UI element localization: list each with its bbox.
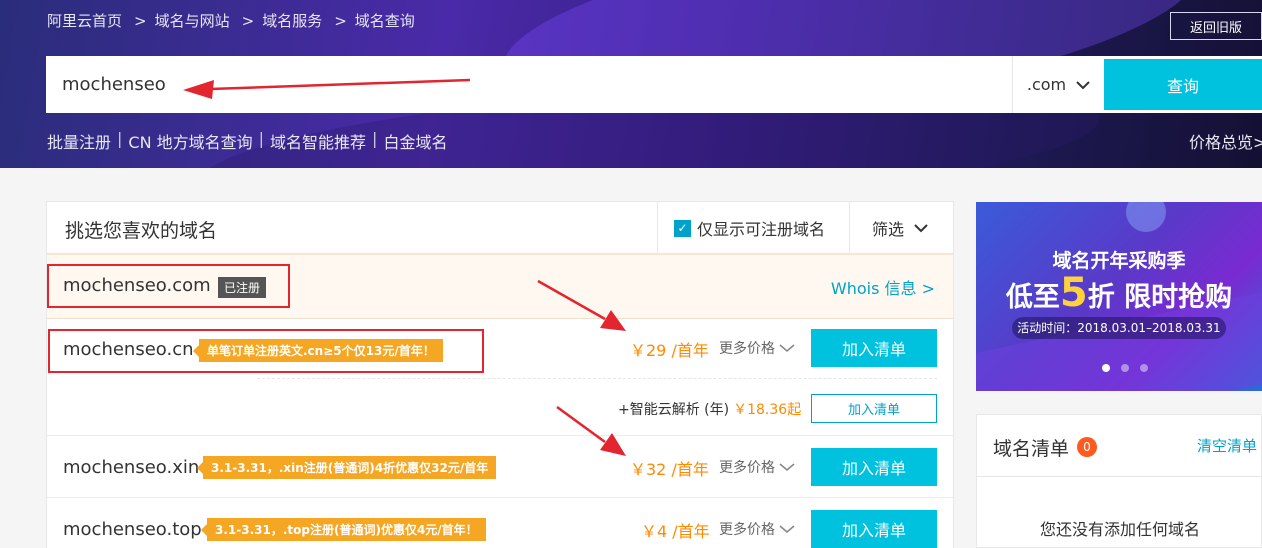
promo-tag: 3.1-3.31，.top注册(普通词)优惠仅4元/首年！ xyxy=(201,518,486,541)
chevron-down-icon xyxy=(779,463,795,472)
whois-link[interactable]: Whois 信息 > xyxy=(831,275,935,299)
banner-decoration xyxy=(1126,202,1166,232)
only-available-toggle[interactable]: ✓ 仅显示可注册域名 xyxy=(657,202,849,254)
tld-select-value: .com xyxy=(1026,75,1067,94)
promo-banner[interactable]: 域名开年采购季 低至5折 限时抢购 活动时间：2018.03.01–2018.0… xyxy=(976,202,1262,391)
annotation-box xyxy=(48,329,484,373)
breadcrumb-separator: > xyxy=(134,12,147,30)
checkbox-checked-icon[interactable]: ✓ xyxy=(674,219,691,237)
quick-link-separator: | xyxy=(117,129,123,148)
quick-link-premium[interactable]: 白金域名 xyxy=(383,129,447,153)
quick-link-smart-recommend[interactable]: 域名智能推荐 xyxy=(270,129,366,153)
domain-name: mochenseo.top xyxy=(63,519,202,540)
price: ￥29 /首年 xyxy=(630,341,709,360)
price-overview-link[interactable]: 价格总览> xyxy=(1189,129,1262,153)
banner-discount: 5 xyxy=(1059,270,1088,316)
query-button[interactable]: 查询 xyxy=(1104,59,1262,110)
quick-link-cn-local[interactable]: CN 地方域名查询 xyxy=(128,129,252,153)
carousel-dot[interactable] xyxy=(1121,364,1129,372)
more-price-toggle[interactable]: 更多价格 xyxy=(719,519,795,539)
more-price-toggle[interactable]: 更多价格 xyxy=(719,338,795,358)
more-price-label: 更多价格 xyxy=(719,460,775,476)
quick-link-separator: | xyxy=(372,129,378,148)
cart-empty-text: 您还没有添加任何域名 xyxy=(1039,520,1200,539)
breadcrumb-item[interactable]: 域名与网站 xyxy=(155,12,230,30)
add-to-cart-button[interactable]: 加入清单 xyxy=(811,329,937,367)
cart-header: 域名清单 0 清空清单 xyxy=(977,415,1261,477)
panel-title: 挑选您喜欢的域名 xyxy=(65,220,218,242)
more-price-label: 更多价格 xyxy=(719,522,775,538)
breadcrumb: 阿里云首页 > 域名与网站 > 域名服务 > 域名查询 xyxy=(47,10,419,31)
carousel-dot[interactable] xyxy=(1140,364,1148,372)
add-addon-button[interactable]: 加入清单 xyxy=(811,394,937,423)
chevron-down-icon xyxy=(779,344,795,353)
price: ￥32 /首年 xyxy=(630,460,709,479)
tld-select[interactable]: .com xyxy=(1012,56,1104,113)
more-price-label: 更多价格 xyxy=(719,341,775,357)
panel-header: 挑选您喜欢的域名 ✓ 仅显示可注册域名 筛选 xyxy=(47,202,953,254)
more-price-toggle[interactable]: 更多价格 xyxy=(719,457,795,477)
banner-headline-prefix: 低至 xyxy=(1005,282,1060,313)
chevron-down-icon xyxy=(1076,80,1090,89)
price: ￥4 /首年 xyxy=(641,522,710,541)
old-version-button[interactable]: 返回旧版 xyxy=(1170,12,1262,40)
cart-title: 域名清单 xyxy=(993,438,1070,460)
addon-label: +智能云解析 (年) xyxy=(618,402,730,418)
domain-cart: 域名清单 0 清空清单 您还没有添加任何域名 xyxy=(976,414,1262,548)
addon-dns: +智能云解析 (年) ￥18.36起 xyxy=(618,399,801,419)
breadcrumb-item-current: 域名查询 xyxy=(354,12,415,30)
banner-headline: 低至5折 限时抢购 xyxy=(976,270,1262,316)
filter-label: 筛选 xyxy=(872,220,905,239)
search-box: .com 查询 xyxy=(46,56,1262,113)
quick-links: 批量注册 | CN 地方域名查询 | 域名智能推荐 | 白金域名 xyxy=(47,129,447,153)
banner-title: 域名开年采购季 xyxy=(1052,250,1186,272)
domain-results-panel: 挑选您喜欢的域名 ✓ 仅显示可注册域名 筛选 mochenseo.com 已注册… xyxy=(46,201,954,548)
quick-link-batch-register[interactable]: 批量注册 xyxy=(47,129,111,153)
result-row: mochenseo.top 3.1-3.31，.top注册(普通词)优惠仅4元/… xyxy=(47,498,953,548)
row-divider xyxy=(257,378,937,379)
only-available-label: 仅显示可注册域名 xyxy=(697,220,826,239)
add-to-cart-button[interactable]: 加入清单 xyxy=(811,510,937,548)
cart-count-badge: 0 xyxy=(1077,437,1097,457)
add-to-cart-button[interactable]: 加入清单 xyxy=(811,448,937,486)
result-row: mochenseo.xin 3.1-3.31，.xin注册(普通词)4折优惠仅3… xyxy=(47,436,953,497)
hero-header: 阿里云首页 > 域名与网站 > 域名服务 > 域名查询 返回旧版 .com 查询 批量注册 … xyxy=(0,0,1262,168)
breadcrumb-separator: > xyxy=(241,12,255,30)
addon-price: ￥18.36起 xyxy=(733,402,802,418)
breadcrumb-separator: > xyxy=(334,12,347,30)
domain-name: mochenseo.xin xyxy=(63,457,200,478)
search-input[interactable] xyxy=(46,56,1012,113)
breadcrumb-item[interactable]: 域名服务 xyxy=(262,12,322,30)
carousel-dots xyxy=(1102,364,1148,372)
banner-date: 活动时间：2018.03.01–2018.03.31 xyxy=(1012,317,1226,339)
clear-cart-link[interactable]: 清空清单 xyxy=(1197,435,1257,456)
annotation-box xyxy=(47,264,290,308)
promo-tag: 3.1-3.31，.xin注册(普通词)4折优惠仅32元/首年 xyxy=(196,456,497,479)
quick-link-separator: | xyxy=(258,129,265,148)
breadcrumb-item[interactable]: 阿里云首页 xyxy=(47,12,122,30)
carousel-dot[interactable] xyxy=(1102,364,1110,372)
chevron-down-icon xyxy=(914,224,928,233)
banner-headline-suffix: 折 限时抢购 xyxy=(1087,282,1233,313)
chevron-down-icon xyxy=(779,525,795,534)
filter-dropdown[interactable]: 筛选 xyxy=(849,202,955,254)
